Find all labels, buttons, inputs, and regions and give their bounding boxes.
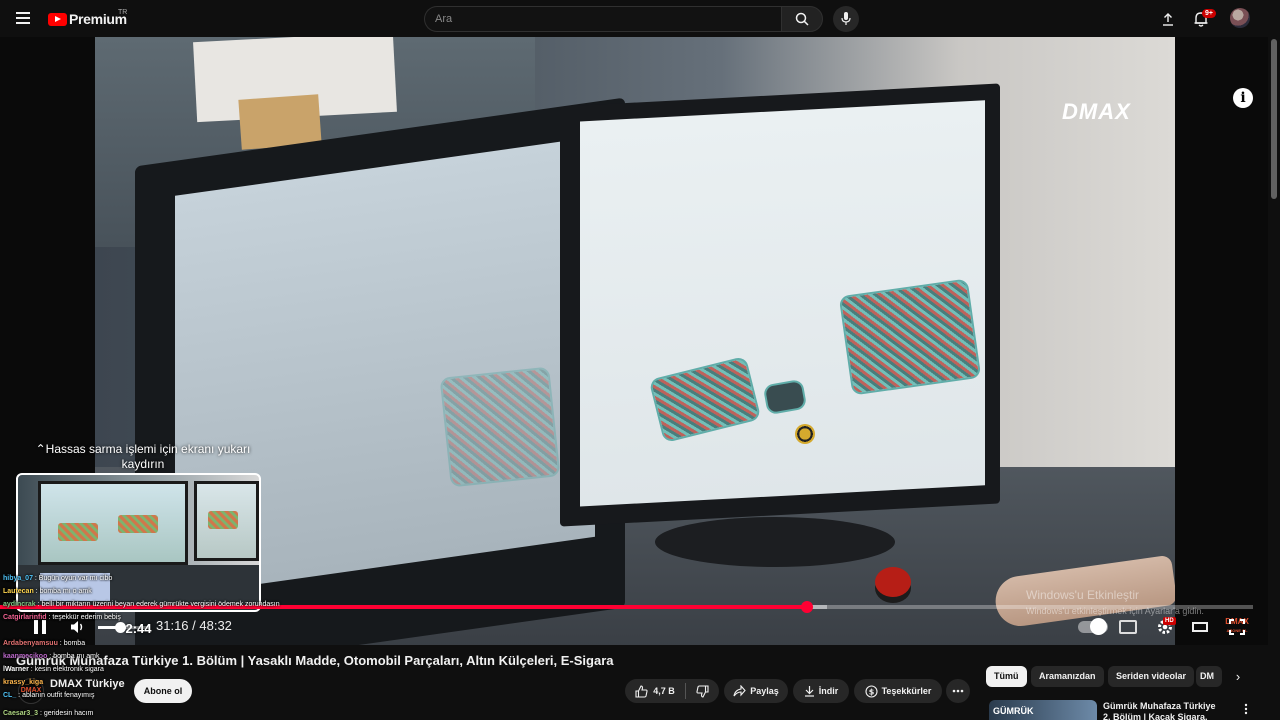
download-button[interactable]: İndir: [793, 679, 849, 703]
like-icon: [635, 684, 648, 698]
thanks-label: Teşekkürler: [881, 686, 932, 696]
like-count: 4,7 B: [653, 686, 675, 696]
mic-icon: [841, 12, 851, 25]
theater-icon[interactable]: [1192, 622, 1208, 632]
chat-username: Caesar3_3: [3, 710, 39, 717]
share-icon: [733, 685, 746, 697]
dislike-button[interactable]: [696, 684, 709, 698]
thanks-icon: $: [865, 684, 878, 698]
search-input[interactable]: [435, 13, 755, 25]
scene-monitor-stand: [655, 517, 895, 567]
captions-icon[interactable]: [1119, 620, 1137, 634]
thanks-button[interactable]: $ Teşekkürler: [854, 679, 942, 703]
recommendation-thumbnail[interactable]: GÜMRÜK: [989, 700, 1097, 720]
download-label: İndir: [818, 686, 839, 696]
mute-button[interactable]: [70, 619, 86, 635]
chip-all[interactable]: Tümü: [986, 666, 1027, 687]
chat-message: Caesar3_3 : geridesin hacım: [3, 707, 93, 720]
scene-emergency-button: [875, 567, 911, 597]
xray-bag-4: [439, 366, 561, 488]
autoplay-toggle[interactable]: [1078, 618, 1108, 635]
watermark-line2: Windows'u etkinleştirmek için Ayarlar'a …: [1026, 606, 1204, 616]
chevron-up-icon: ⌃: [35, 442, 46, 456]
channel-avatar[interactable]: DMAX: [18, 678, 44, 704]
like-button[interactable]: 4,7 B: [635, 684, 675, 698]
share-label: Paylaş: [750, 686, 779, 696]
scrollbar-thumb[interactable]: [1271, 39, 1277, 199]
account-avatar[interactable]: [1230, 8, 1250, 28]
page-scrollbar[interactable]: [1268, 37, 1280, 720]
chip-series-videos[interactable]: Seriden videolar: [1108, 666, 1195, 687]
youtube-logo-icon: [48, 12, 67, 26]
search-icon: [795, 12, 809, 26]
top-bar: Premium TR 9+: [0, 0, 1280, 37]
pause-icon: [34, 620, 46, 634]
menu-icon[interactable]: [14, 9, 34, 27]
scroll-hint-text: Hassas sarma işlemi için ekranı yukarı k…: [45, 442, 251, 471]
volume-knob[interactable]: [114, 622, 126, 633]
chat-message: CL_ : ablanın outfit fenayımış: [3, 689, 94, 702]
svg-text:$: $: [868, 687, 874, 696]
search-button[interactable]: [781, 6, 823, 32]
chip-from-search[interactable]: Aramanızdan: [1031, 666, 1104, 687]
search-box: [424, 6, 782, 32]
fullscreen-icon: [1229, 619, 1245, 635]
xray-bag-1: [838, 278, 982, 396]
radiation-icon: [795, 424, 815, 444]
video-title: Gümrük Muhafaza Türkiye 1. Bölüm | Yasak…: [16, 653, 614, 668]
video-player[interactable]: DMAX i DMAX ABONE OL ⌃Hassas sarma işlem…: [0, 37, 1280, 645]
progress-scrubber[interactable]: [800, 601, 813, 613]
more-icon: [952, 689, 964, 693]
watermark-line1: Windows'u Etkinleştir: [1026, 588, 1139, 602]
chat-text: : geridesin hacım: [38, 710, 94, 717]
seek-preview-thumbnail[interactable]: [16, 473, 261, 612]
volume-icon: [71, 621, 83, 633]
volume-slider[interactable]: [98, 622, 150, 633]
youtube-logo[interactable]: Premium: [48, 9, 127, 29]
upload-icon: [1163, 13, 1173, 26]
recommendation-title[interactable]: Gümrük Muhafaza Türkiye 2. Bölüm | Kaçak…: [1103, 701, 1223, 720]
share-button[interactable]: Paylaş: [724, 679, 788, 703]
scroll-hint: ⌃Hassas sarma işlemi için ekranı yukarı …: [16, 442, 270, 472]
dmax-watermark: DMAX: [1062, 99, 1131, 124]
time-display: 31:16 / 48:32: [156, 618, 232, 633]
upload-button[interactable]: [1158, 9, 1178, 29]
channel-name[interactable]: DMAX Türkiye: [50, 678, 125, 690]
country-code: TR: [118, 9, 128, 16]
like-dislike-group: 4,7 B: [625, 679, 719, 703]
more-actions-button[interactable]: [946, 679, 970, 703]
chip-dmax[interactable]: DM: [1196, 666, 1222, 687]
notification-badge: 9+: [1202, 9, 1216, 18]
pause-button[interactable]: [30, 617, 50, 637]
voice-search-button[interactable]: [833, 6, 859, 32]
chat-username: CL_: [3, 692, 17, 699]
chevron-right-icon[interactable]: ›: [1230, 668, 1246, 686]
kebab-icon[interactable]: [1244, 702, 1252, 715]
progress-played: [0, 605, 807, 609]
windows-activation-watermark: Windows'u Etkinleştir Windows'u etkinleş…: [1026, 587, 1204, 619]
download-icon: [804, 686, 814, 697]
fullscreen-button[interactable]: [1228, 618, 1246, 636]
info-icon[interactable]: i: [1233, 88, 1253, 108]
dislike-icon: [696, 684, 709, 698]
subscribe-button[interactable]: Abone ol: [134, 679, 192, 703]
